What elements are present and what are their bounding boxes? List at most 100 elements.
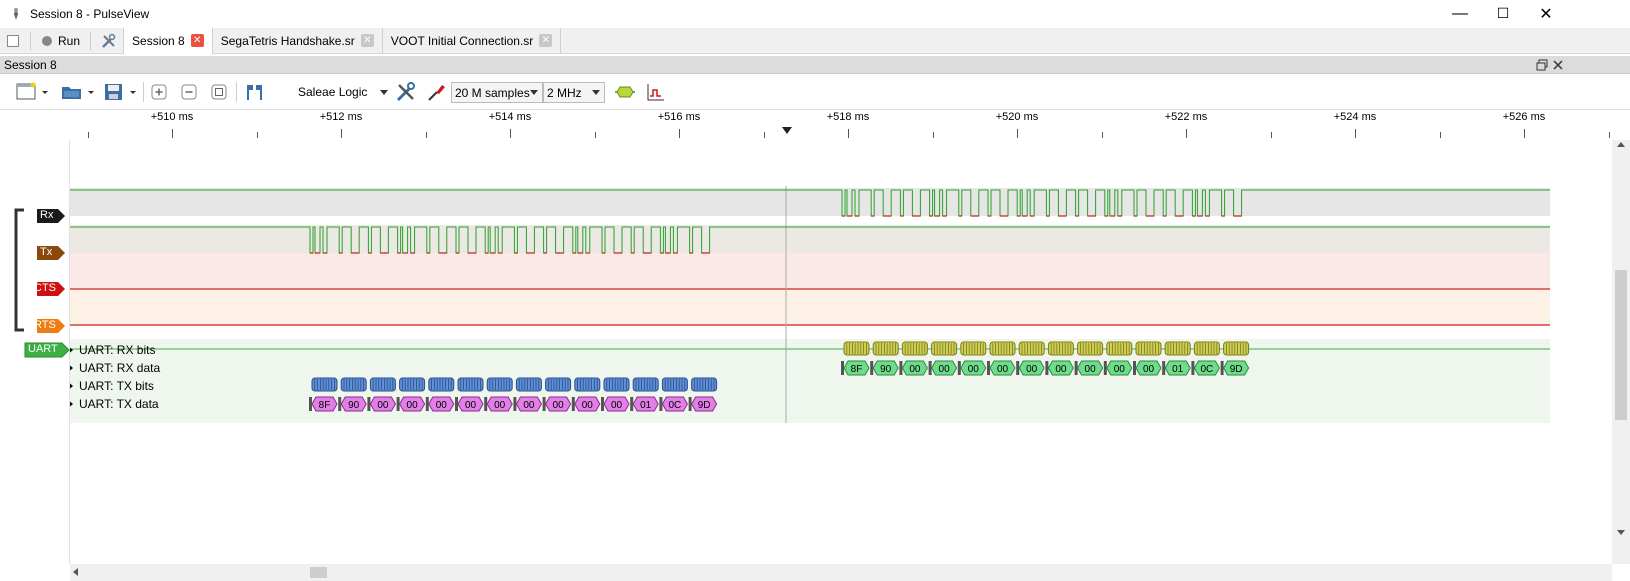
close-tab-icon[interactable]: ✕ [360,34,374,47]
trace-view[interactable]: 8F 90 00 00 00 00 00 00 00 00 00 01 0C 9D 8F 90 00 00 00 00… [70,140,1612,564]
tx-bit-group [399,377,426,392]
tx-byte-value: 00 [523,400,535,411]
minimize-button[interactable]: — [1438,0,1482,27]
rx-byte-value: 00 [1026,364,1038,375]
horizontal-scroll-thumb[interactable] [310,567,327,578]
scroll-down-icon[interactable] [1617,530,1625,535]
zoom-out-button[interactable] [178,80,200,104]
rx-byte-edge [1133,361,1136,375]
rx-byte-value: 9D [1230,364,1243,375]
ruler-tick [763,132,765,138]
rx-byte-edge [1016,361,1020,375]
time-ruler[interactable]: +510 ms +512 ms +514 ms +516 ms +518 ms +520 … [70,110,1612,140]
rx-bit-group [843,341,870,356]
scroll-up-icon[interactable] [1617,142,1625,147]
show-cursors-button[interactable] [242,80,268,104]
main-toolbar: Saleae Logic 20 M samples 2 MHz [0,74,1630,110]
rx-byte-value: 00 [968,364,980,375]
decoder-row-label: UART: RX data [79,361,161,375]
ruler-time-label: +516 ms [657,111,701,123]
expand-arrow-icon[interactable] [70,363,73,373]
new-session-button[interactable] [0,30,26,52]
expand-arrow-icon[interactable] [70,399,73,409]
rx-byte-value: 90 [880,364,892,375]
tx-bit-group [428,377,455,392]
tab-voot-initial-connection[interactable]: VOOT Initial Connection.sr ✕ [383,27,562,54]
ruler-tick [1439,132,1441,138]
device-selector[interactable]: Saleae Logic [292,80,392,104]
tx-bit-group [515,377,542,392]
maximize-button[interactable]: ☐ [1481,0,1525,27]
close-button[interactable]: ✕ [1524,0,1568,27]
device-config-button[interactable] [394,80,418,104]
cts-lane [70,253,1550,289]
horizontal-scrollbar[interactable] [70,564,1612,581]
expand-arrow-icon[interactable] [70,345,73,355]
vertical-scroll-thumb[interactable] [1615,270,1627,420]
zoom-fit-icon [211,84,227,100]
pulseview-logo-icon [14,7,18,20]
rx-byte-value: 00 [939,364,951,375]
decoder-row-1[interactable]: UART: RX data [70,360,160,376]
rx-byte-edge [987,361,990,375]
tx-byte-value: 90 [348,400,360,411]
tx-lane [70,225,1550,253]
ruler-tick [594,132,596,138]
chevron-down-icon [380,90,388,95]
channel-name: Tx [40,246,53,258]
open-file-button[interactable] [58,80,98,104]
decoder-row-2[interactable]: UART: TX bits [70,378,154,394]
tx-byte-edge [630,397,634,411]
close-tab-icon[interactable]: ✕ [190,34,204,47]
close-tab-icon[interactable]: ✕ [539,34,553,47]
expand-arrow-icon[interactable] [70,381,73,391]
ruler-tick [256,132,258,138]
tx-byte-edge [659,397,663,411]
rx-byte-edge [1162,361,1166,375]
scroll-left-icon[interactable] [73,568,78,576]
new-view-button[interactable] [12,80,52,104]
ruler-tick [172,129,173,138]
sample-count-dropdown[interactable]: 20 M samples [451,82,543,103]
tx-byte-value: 00 [611,400,623,411]
close-dock-icon[interactable] [1552,59,1564,71]
channel-label-panel: Rx Tx CTS RTS UART [0,140,70,564]
rx-bit-group [1077,341,1104,356]
tx-byte-edge [513,397,517,411]
add-math-signal-button[interactable] [644,80,668,104]
new-document-icon [7,34,19,47]
tx-bit-group [661,377,688,392]
cursor-flags-icon [247,85,262,100]
tab-segatetris-handshake[interactable]: SegaTetris Handshake.sr ✕ [213,27,383,54]
tx-bit-group [457,377,484,392]
tx-byte-value: 00 [436,400,448,411]
session-dock-title: Session 8 [4,57,57,72]
tab-label: Session 8 [132,33,185,48]
decoder-row-0[interactable]: UART: RX bits [70,342,155,358]
trigger-marker-icon[interactable] [782,127,792,135]
tab-session-8[interactable]: Session 8 ✕ [123,27,213,54]
vertical-scrollbar[interactable] [1612,140,1630,564]
add-decoder-button[interactable] [612,80,638,104]
tx-byte-value: 00 [465,400,477,411]
channel-name: Rx [40,209,54,221]
settings-tools-button[interactable] [95,30,123,52]
math-signal-icon [647,84,664,101]
ruler-time-label: +518 ms [826,111,870,123]
float-dock-icon[interactable] [1536,59,1548,71]
tab-label: VOOT Initial Connection.sr [390,33,534,48]
decoder-add-icon [615,86,635,98]
zoom-fit-button[interactable] [208,80,230,104]
sample-rate-dropdown[interactable]: 2 MHz [543,82,605,103]
save-file-button[interactable] [100,80,140,104]
decoder-row-3[interactable]: UART: TX data [70,396,159,412]
folder-open-icon [62,87,94,99]
probe-config-button[interactable] [424,80,448,104]
sample-rate-value: 2 MHz [547,85,582,100]
zoom-in-button[interactable] [148,80,170,104]
channel-name: RTS [34,319,56,331]
rx-bit-group [931,341,958,356]
run-button[interactable]: Run [35,30,86,52]
zoom-in-icon [151,84,167,100]
rx-bit-group [960,341,987,356]
